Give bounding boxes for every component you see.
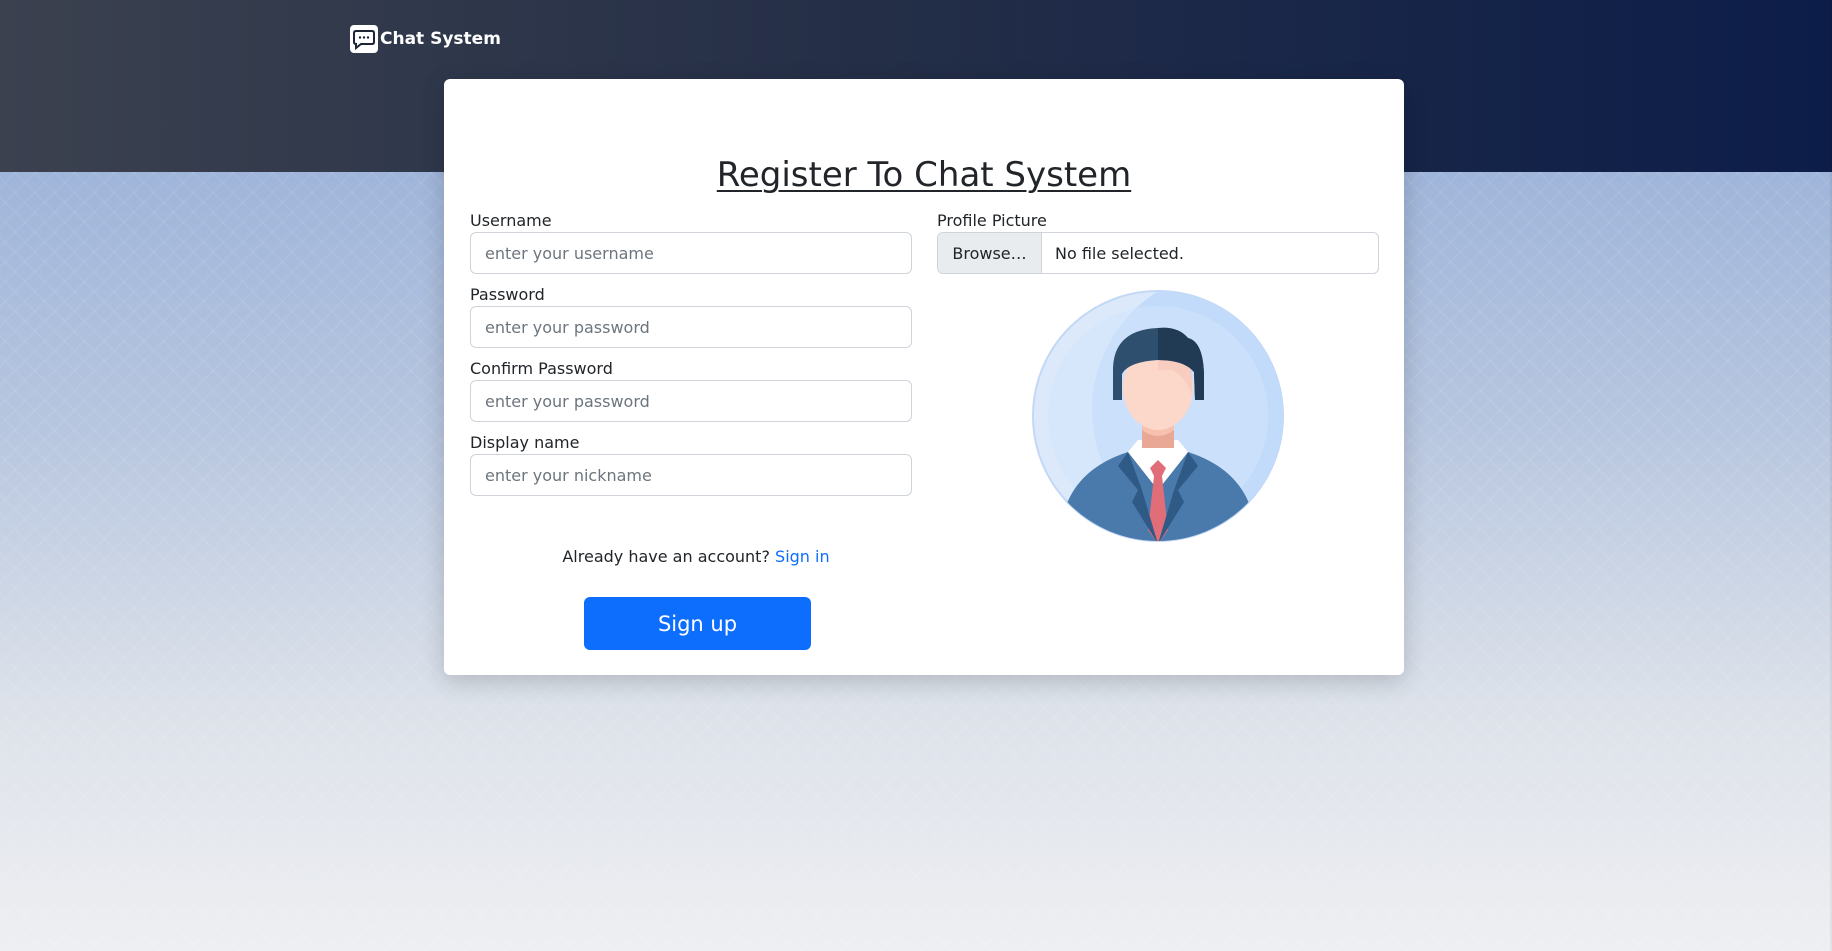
chat-bubble-icon [350, 25, 378, 53]
password-label: Password [470, 285, 545, 304]
profile-picture-group: Profile Picture Browse… No file selected… [937, 210, 1379, 274]
display-name-label: Display name [470, 433, 580, 452]
account-prompt-text: Already have an account? [562, 547, 770, 566]
default-avatar-icon [1032, 290, 1284, 542]
sign-in-link[interactable]: Sign in [775, 547, 830, 566]
display-name-input[interactable] [470, 454, 912, 496]
confirm-password-input[interactable] [470, 380, 912, 422]
username-label: Username [470, 211, 552, 230]
file-status: No file selected. [1055, 243, 1184, 263]
account-prompt: Already have an account? Sign in [444, 547, 948, 566]
username-input[interactable] [470, 232, 912, 274]
register-card: Register To Chat System Username Passwor… [444, 79, 1404, 675]
profile-picture-file-input[interactable]: Browse… No file selected. [937, 232, 1379, 274]
confirm-password-label: Confirm Password [470, 359, 613, 378]
browse-button[interactable]: Browse… [938, 233, 1042, 273]
display-name-group: Display name [470, 432, 912, 496]
password-group: Password [470, 284, 912, 348]
registration-form: Username Password Confirm Password Displ… [470, 210, 912, 506]
profile-picture-label: Profile Picture [937, 211, 1047, 230]
profile-picture-section: Profile Picture Browse… No file selected… [937, 210, 1379, 542]
username-group: Username [470, 210, 912, 274]
brand-name: Chat System [380, 29, 501, 49]
page-title: Register To Chat System [716, 155, 1132, 195]
confirm-password-group: Confirm Password [470, 358, 912, 422]
password-input[interactable] [470, 306, 912, 348]
sign-up-button[interactable]: Sign up [584, 597, 811, 650]
brand[interactable]: Chat System [350, 25, 501, 53]
